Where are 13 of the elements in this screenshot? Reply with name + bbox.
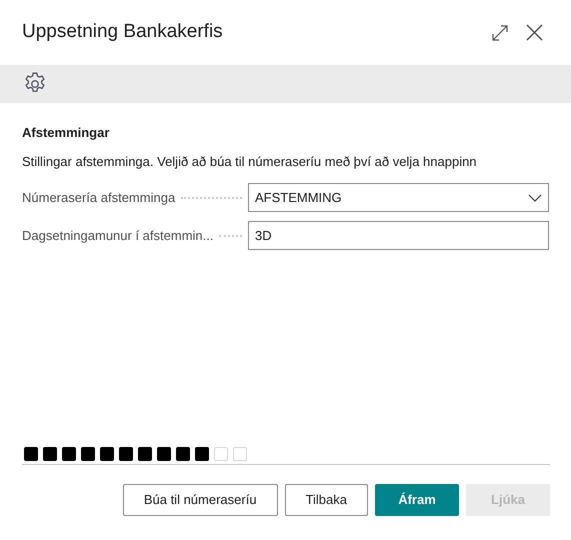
section-description: Stillingar afstemminga. Veljið að búa til númeraseríu með því að velja hnappinn xyxy=(22,152,478,171)
wizard-button[interactable]: Áfram xyxy=(375,484,459,516)
input-field[interactable]: 3D xyxy=(248,221,549,250)
field-label: Númerasería afstemminga xyxy=(22,188,176,207)
wizard-button[interactable]: Búa til númeraseríu xyxy=(122,484,278,516)
dropdown-field[interactable]: AFSTEMMING xyxy=(248,183,549,212)
window-title: Uppsetning Bankakerfis xyxy=(22,20,223,44)
expand-icon[interactable] xyxy=(492,24,508,40)
chevron-down-icon xyxy=(528,194,542,202)
close-icon[interactable] xyxy=(526,24,543,41)
wizard-button[interactable]: Tilbaka xyxy=(284,484,368,516)
section-title: Afstemmingar xyxy=(22,124,110,142)
field-label: Dagsetningamunur í afstemmin... xyxy=(22,226,214,245)
